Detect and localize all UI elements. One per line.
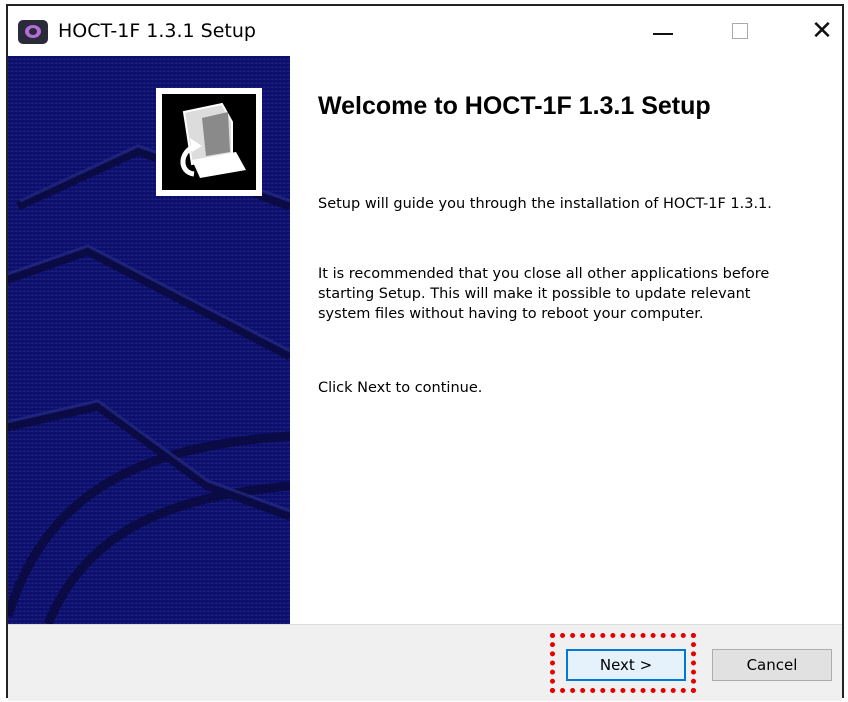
intro-text: Setup will guide you through the install… bbox=[318, 196, 772, 212]
button-bar: Next > Cancel bbox=[8, 624, 842, 701]
installer-computer-icon bbox=[180, 102, 246, 178]
content-area: Welcome to HOCT-1F 1.3.1 Setup Setup wil… bbox=[8, 56, 842, 624]
installer-logo bbox=[156, 88, 262, 196]
minimize-button[interactable] bbox=[633, 6, 693, 56]
welcome-heading: Welcome to HOCT-1F 1.3.1 Setup bbox=[318, 92, 711, 120]
continue-instruction: Click Next to continue. bbox=[318, 380, 483, 396]
recommendation-text: It is recommended that you close all oth… bbox=[318, 266, 770, 322]
minimize-icon bbox=[653, 33, 673, 35]
cancel-button[interactable]: Cancel bbox=[712, 649, 832, 681]
title-bar[interactable]: HOCT-1F 1.3.1 Setup ✕ bbox=[8, 6, 842, 56]
close-button[interactable]: ✕ bbox=[792, 6, 848, 56]
wizard-sidebar-image bbox=[8, 56, 290, 624]
close-icon: ✕ bbox=[811, 16, 833, 46]
maximize-icon bbox=[732, 23, 748, 39]
app-eye-icon bbox=[18, 20, 48, 44]
next-button[interactable]: Next > bbox=[566, 649, 686, 681]
setup-window: HOCT-1F 1.3.1 Setup ✕ Welcome to HOCT-1F… bbox=[6, 4, 844, 701]
window-title: HOCT-1F 1.3.1 Setup bbox=[58, 20, 256, 42]
maximize-button[interactable] bbox=[710, 6, 770, 56]
